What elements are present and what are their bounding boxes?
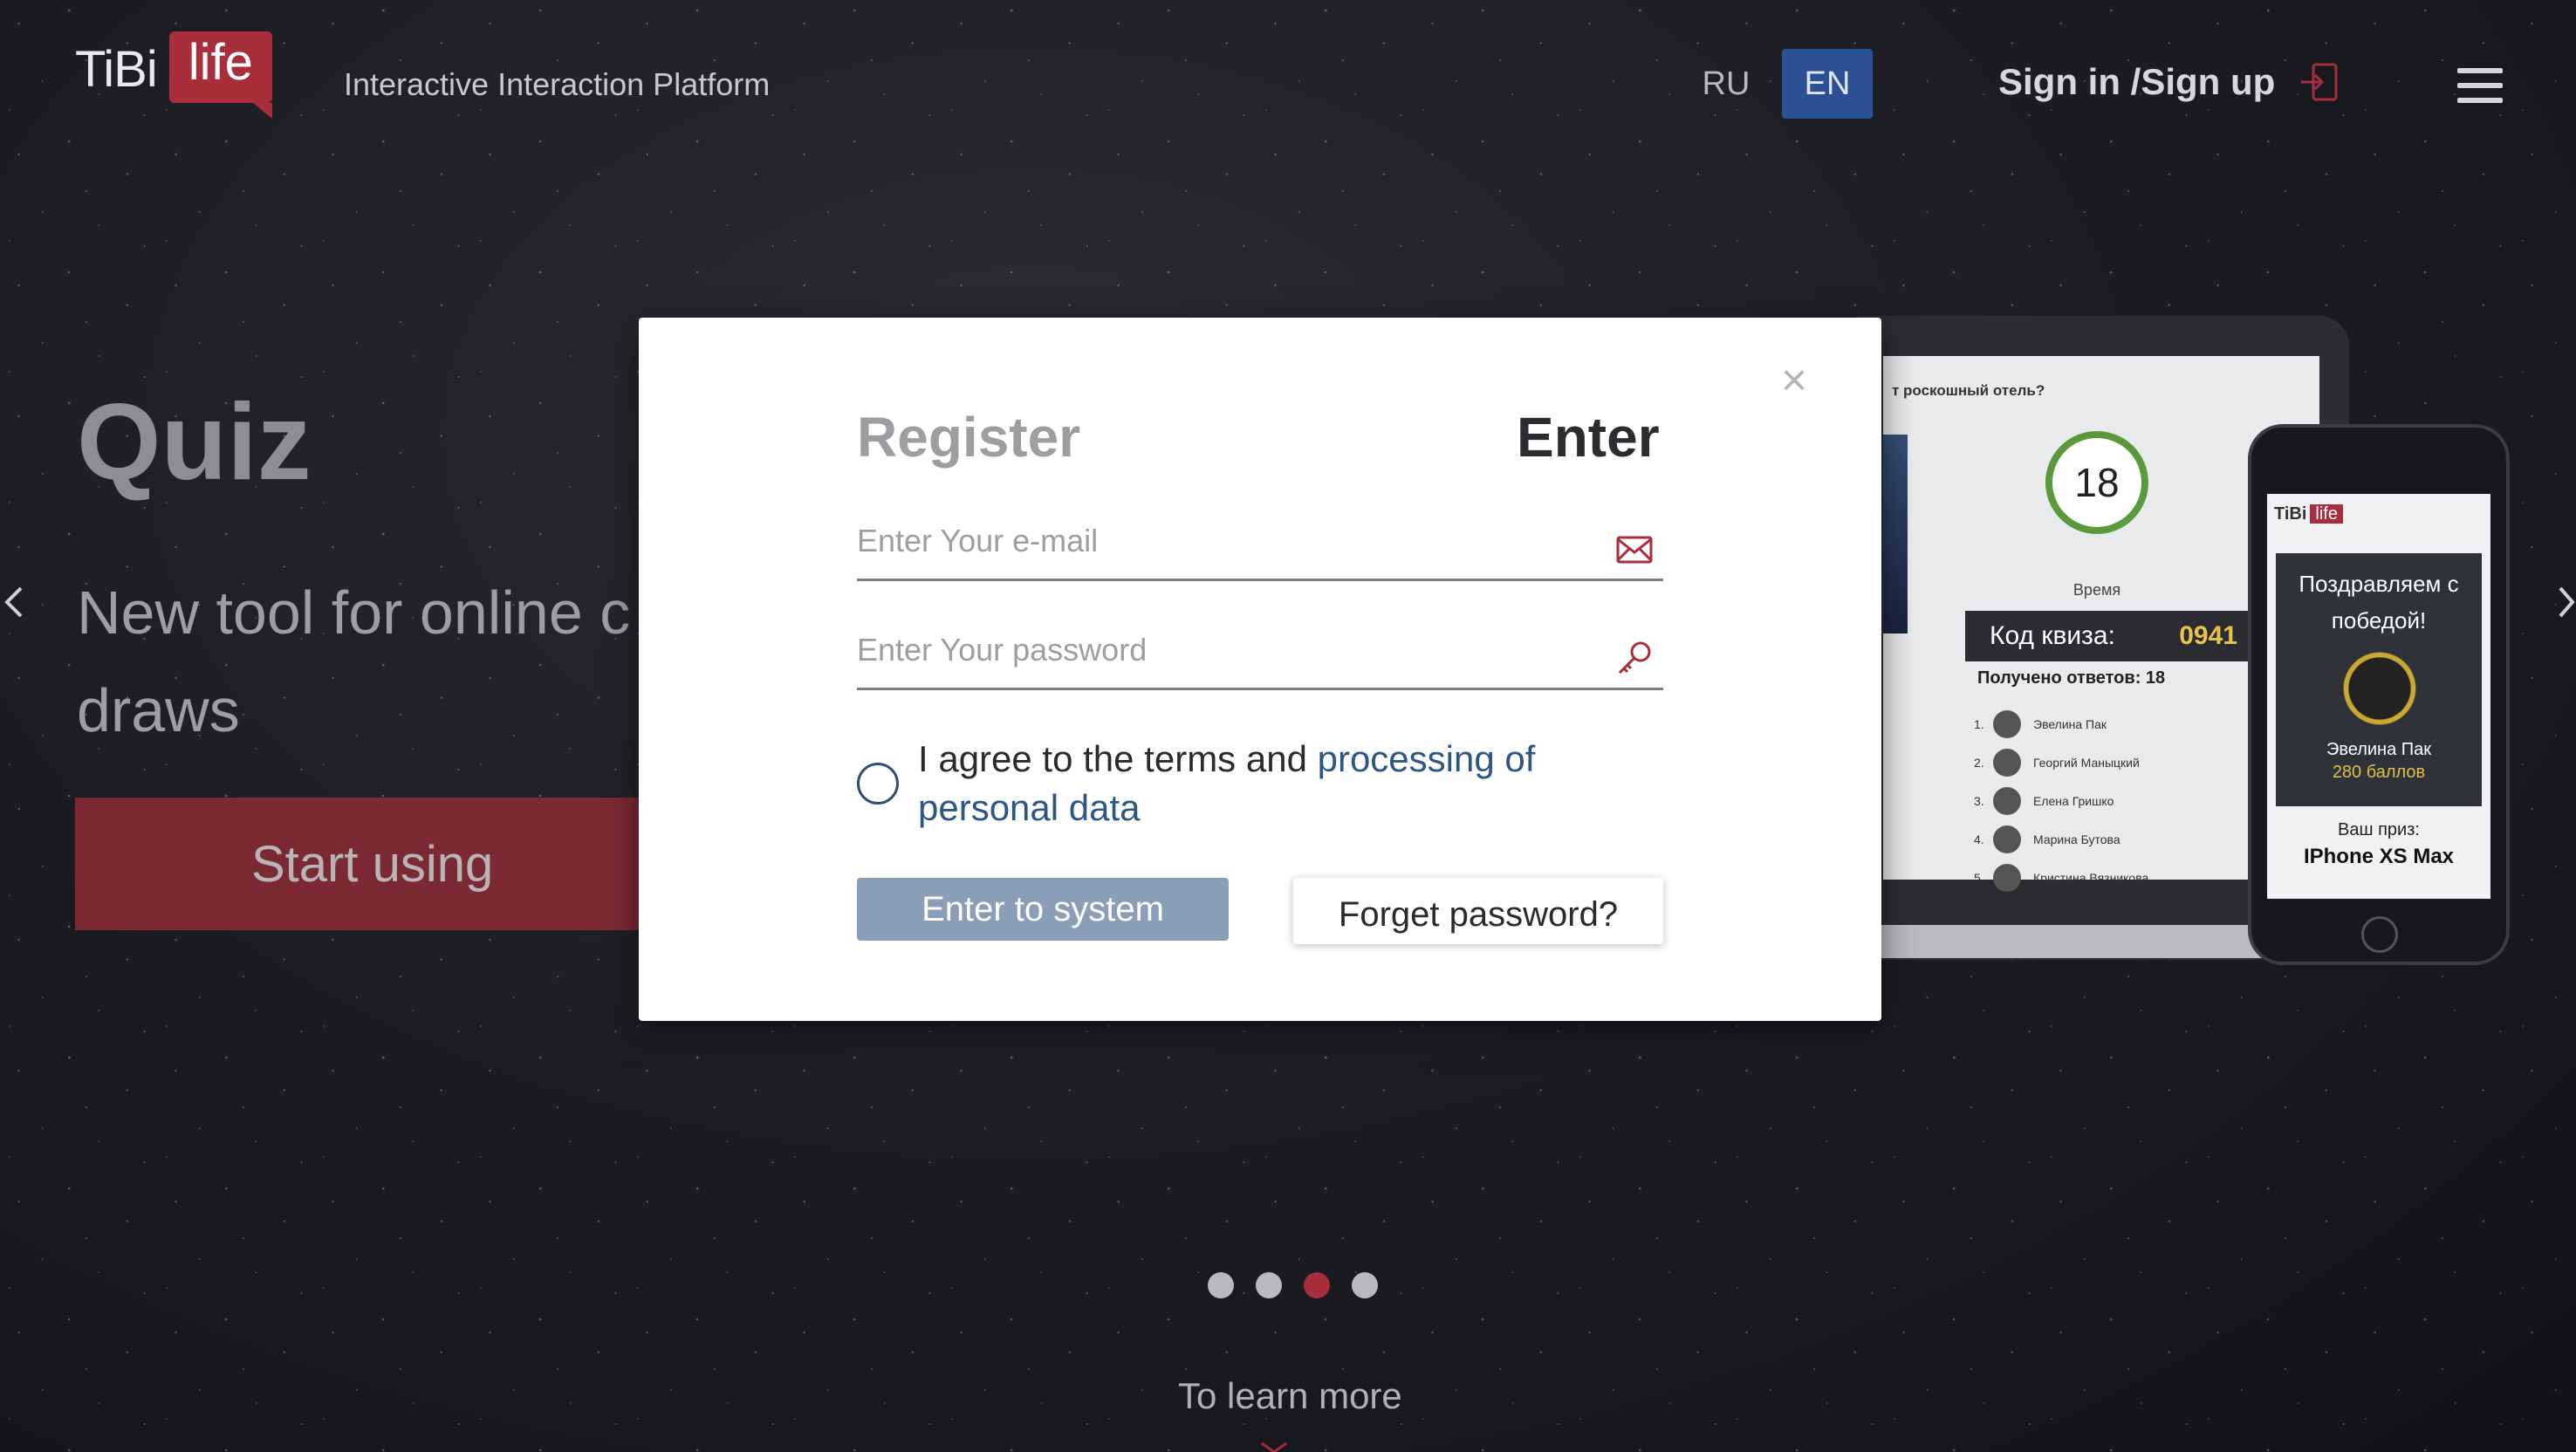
- envelope-icon: [1616, 536, 1653, 564]
- password-field: [857, 619, 1663, 690]
- hamburger-menu-icon[interactable]: [2457, 68, 2503, 103]
- agree-label: I agree to the terms and: [918, 738, 1318, 779]
- avatar: [1993, 825, 2021, 853]
- quiz-code-value: 0941: [2179, 621, 2237, 650]
- lang-ru-button[interactable]: RU: [1689, 49, 1763, 119]
- quiz-code-label: Код квиза:: [1990, 621, 2115, 650]
- tagline: Interactive Interaction Platform: [344, 66, 771, 102]
- start-using-button[interactable]: Start using: [75, 798, 677, 930]
- participant-list: 1. Эвелина Пак 2. Георгий Маныцкий 3. Елена…: [1974, 705, 2253, 897]
- prize-value: IPhone XS Max: [2303, 845, 2455, 868]
- prize-label: Ваш приз:: [2338, 820, 2420, 839]
- phone-screen: TiBi life Поздравляем с победой! Эвелина …: [2267, 494, 2490, 899]
- carousel-next-icon[interactable]: [2557, 576, 2576, 628]
- learn-more-link[interactable]: To learn more: [1178, 1375, 1402, 1417]
- email-field: [857, 510, 1663, 581]
- logo-tibi: TiBi: [75, 41, 158, 98]
- avatar: [1993, 864, 2021, 892]
- enter-to-system-button[interactable]: Enter to system: [857, 878, 1229, 941]
- close-icon[interactable]: ×: [1778, 358, 1810, 403]
- tab-register[interactable]: Register: [857, 405, 1080, 469]
- carousel-dot[interactable]: [1208, 1272, 1234, 1298]
- quiz-image: [1883, 435, 1908, 634]
- chevron-down-icon[interactable]: [1260, 1442, 1288, 1452]
- tab-enter[interactable]: Enter: [1517, 405, 1660, 469]
- quiz-code: Код квиза: 0941: [1965, 611, 2262, 661]
- key-icon: [1618, 641, 1651, 675]
- carousel-dot[interactable]: [1352, 1272, 1378, 1298]
- logo-life: life: [168, 31, 273, 119]
- hero-subtitle: New tool for online c draws: [77, 564, 705, 759]
- lang-en-button[interactable]: EN: [1782, 49, 1873, 119]
- participant-row: 2. Георгий Маныцкий: [1974, 743, 2253, 782]
- avatar: [1993, 710, 2021, 738]
- quiz-question: т роскошный отель?: [1892, 382, 2045, 399]
- congrats-text: Поздравляем с победой!: [2299, 571, 2459, 634]
- agree-radio[interactable]: [857, 763, 899, 805]
- phone-mockup: TiBi life Поздравляем с победой! Эвелина …: [2248, 424, 2510, 965]
- login-door-icon: [2301, 63, 2338, 101]
- signin-link[interactable]: Sign in /Sign up: [1998, 59, 2343, 105]
- carousel-dot-active[interactable]: [1304, 1272, 1330, 1298]
- password-input[interactable]: [857, 619, 1607, 681]
- logo[interactable]: TiBi life: [75, 31, 273, 119]
- hero-title: Quiz: [77, 382, 312, 503]
- agree-text: I agree to the terms and processing of p…: [918, 735, 1581, 832]
- signin-label: Sign in /Sign up: [1998, 61, 2276, 102]
- header: TiBi life Interactive Interaction Platfo…: [0, 0, 2576, 166]
- quiz-timer-label: Время: [2072, 581, 2121, 599]
- carousel-dots: [1208, 1272, 1378, 1298]
- answers-count: Получено ответов: 18: [1977, 668, 2166, 688]
- carousel-dot[interactable]: [1256, 1272, 1282, 1298]
- avatar: [1993, 749, 2021, 777]
- email-input[interactable]: [857, 510, 1607, 572]
- hero-subtitle-line1: New tool for online c: [77, 579, 631, 647]
- quiz-timer: 18: [2045, 431, 2148, 534]
- phone-logo: TiBi life: [2274, 504, 2343, 524]
- login-modal: × Register Enter I agree to the terms an…: [639, 318, 1881, 1021]
- winner-points: 280 баллов: [2332, 763, 2426, 782]
- participant-row: 4. Марина Бутова: [1974, 820, 2253, 859]
- winner-medal-icon: [2340, 649, 2419, 728]
- participant-row: 3. Елена Гришко: [1974, 782, 2253, 820]
- forget-password-button[interactable]: Forget password?: [1293, 878, 1663, 944]
- winner-card: Поздравляем с победой! Эвелина Пак 280 б…: [2276, 553, 2482, 806]
- participant-row: 5. Кристина Вязникова: [1974, 859, 2253, 897]
- hero-subtitle-line2: draws: [77, 676, 240, 744]
- carousel-prev-icon[interactable]: [0, 576, 26, 628]
- phone-home-button: [2361, 916, 2398, 953]
- avatar: [1993, 787, 2021, 815]
- participant-row: 1. Эвелина Пак: [1974, 705, 2253, 743]
- winner-name: Эвелина Пак: [2326, 740, 2432, 759]
